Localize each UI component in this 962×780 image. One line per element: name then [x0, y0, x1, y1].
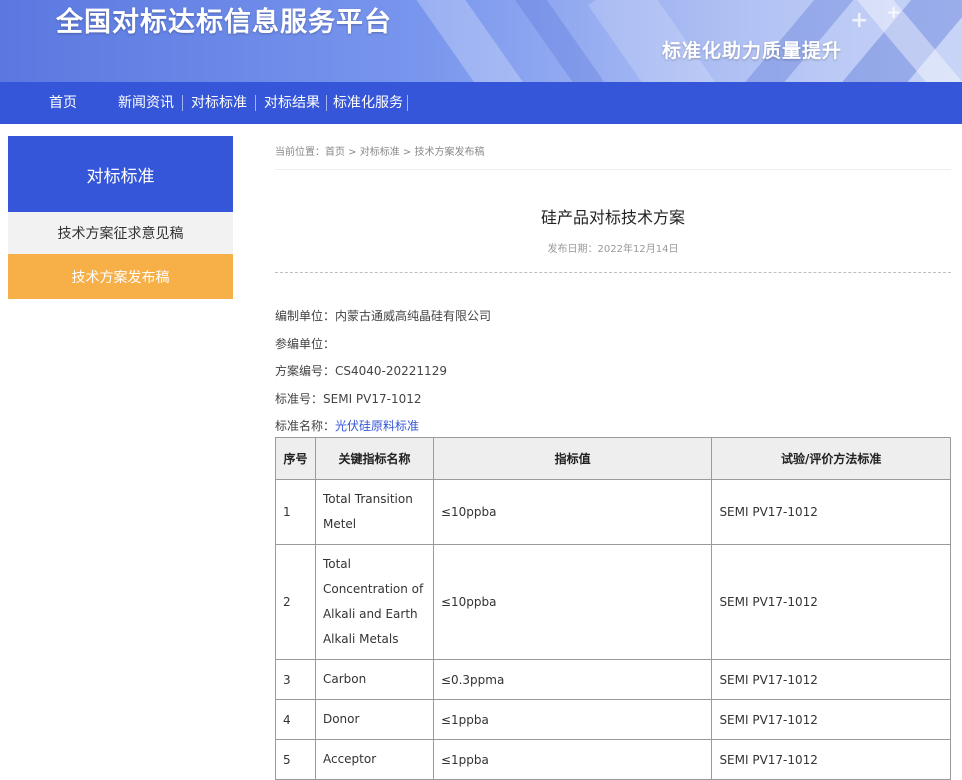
indicator-table: 序号 关键指标名称 指标值 试验/评价方法标准 1 Total Transiti…	[275, 437, 951, 780]
header-method: 试验/评价方法标准	[711, 437, 951, 480]
nav-item-standards[interactable]: 对标标准	[191, 82, 247, 124]
plus-icon: +	[886, 2, 902, 23]
name-line: Concentration of	[322, 582, 424, 596]
cell-method: SEMI PV17-1012	[711, 699, 951, 740]
meta-plan-no: 方案编号：CS4040-20221129	[275, 358, 951, 386]
divider	[275, 272, 951, 273]
sidebar: 对标标准 技术方案征求意见稿 技术方案发布稿	[8, 136, 233, 299]
table-row: 4 Donor ≤1ppba SEMI PV17-1012	[275, 699, 951, 740]
meta-value: CS4040-20221129	[335, 364, 447, 378]
cell-method: SEMI PV17-1012	[711, 739, 951, 780]
cell-value: ≤10ppba	[432, 479, 713, 545]
nav-item-services[interactable]: 标准化服务	[333, 82, 403, 124]
publish-date: 发布日期：2022年12月14日	[547, 244, 679, 255]
article-meta: 编制单位：内蒙古通威高纯晶硅有限公司 参编单位： 方案编号：CS4040-202…	[275, 303, 951, 441]
cell-name: Donor	[314, 699, 434, 740]
name-line: Alkali Metals	[322, 632, 399, 646]
sidebar-item-draft[interactable]: 技术方案征求意见稿	[8, 212, 233, 254]
header-name: 关键指标名称	[314, 437, 434, 480]
header-value: 指标值	[432, 437, 713, 480]
meta-label: 标准号：	[275, 391, 324, 406]
table-row: 2 Total Concentration of Alkali and Earth A…	[275, 544, 951, 660]
nav-divider	[326, 95, 327, 111]
name-line: Alkali and Earth	[322, 607, 418, 621]
sidebar-item-published[interactable]: 技术方案发布稿	[8, 254, 233, 299]
meta-compiler: 编制单位：内蒙古通威高纯晶硅有限公司	[275, 303, 951, 331]
meta-label: 标准名称：	[275, 419, 336, 433]
cell-name: Carbon	[314, 659, 434, 700]
table-header-row: 序号 关键指标名称 指标值 试验/评价方法标准	[275, 437, 951, 480]
nav-divider	[182, 95, 183, 111]
table-row: 1 Total Transition Metel ≤10ppba SEMI PV1…	[275, 479, 951, 545]
nav-item-results[interactable]: 对标结果	[264, 82, 320, 124]
cell-method: SEMI PV17-1012	[711, 479, 951, 545]
nav-divider	[255, 95, 256, 111]
main-content: 当前位置：首页 > 对标标准 > 技术方案发布稿 硅产品对标技术方案 发布日期：…	[275, 136, 951, 441]
meta-standard-no: 标准号：SEMI PV17-1012	[275, 386, 951, 414]
cell-name: Total Transition Metel	[314, 479, 434, 545]
site-title: 全国对标达标信息服务平台	[56, 7, 392, 38]
site-banner: + + 全国对标达标信息服务平台 标准化助力质量提升	[0, 0, 962, 82]
nav-divider	[407, 95, 408, 111]
cell-name: Acceptor	[314, 739, 434, 780]
sidebar-heading: 对标标准	[8, 136, 233, 212]
nav-item-news[interactable]: 新闻资讯	[118, 82, 174, 124]
cell-no: 1	[275, 479, 316, 545]
meta-label: 方案编号：	[275, 364, 336, 378]
meta-label: 编制单位：	[275, 309, 336, 323]
standard-name-link[interactable]: 光伏硅原料标准	[335, 419, 419, 433]
cell-no: 4	[275, 699, 316, 740]
name-line: Total	[322, 557, 351, 571]
breadcrumb: 当前位置：首页 > 对标标准 > 技术方案发布稿	[275, 136, 951, 170]
cell-value: ≤10ppba	[432, 544, 713, 660]
name-line: Donor	[322, 712, 360, 726]
header-no: 序号	[275, 437, 316, 480]
meta-label: 参编单位：	[275, 336, 336, 351]
cell-method: SEMI PV17-1012	[711, 544, 951, 660]
name-line: Metel	[322, 517, 357, 531]
cell-no: 5	[275, 739, 316, 780]
table-row: 5 Acceptor ≤1ppba SEMI PV17-1012	[275, 739, 951, 780]
nav-item-home[interactable]: 首页	[49, 82, 77, 124]
site-slogan: 标准化助力质量提升	[662, 40, 843, 62]
meta-value: SEMI PV17-1012	[323, 391, 422, 406]
table-row: 3 Carbon ≤0.3ppma SEMI PV17-1012	[275, 659, 951, 700]
name-line: Carbon	[322, 672, 367, 686]
plus-icon: +	[850, 8, 869, 33]
meta-value: 内蒙古通威高纯晶硅有限公司	[335, 309, 492, 323]
cell-no: 3	[275, 659, 316, 700]
cell-method: SEMI PV17-1012	[711, 659, 951, 700]
name-line: Total Transition	[322, 492, 413, 506]
cell-value: ≤1ppba	[432, 739, 713, 780]
cell-value: ≤0.3ppma	[432, 659, 713, 700]
article-title: 硅产品对标技术方案	[540, 208, 685, 227]
cell-name: Total Concentration of Alkali and Earth Alk…	[314, 544, 434, 660]
cell-value: ≤1ppba	[432, 699, 713, 740]
cell-no: 2	[275, 544, 316, 660]
main-nav: 首页 新闻资讯 对标标准 对标结果 标准化服务	[0, 82, 962, 124]
meta-co-compiler: 参编单位：	[275, 331, 951, 359]
